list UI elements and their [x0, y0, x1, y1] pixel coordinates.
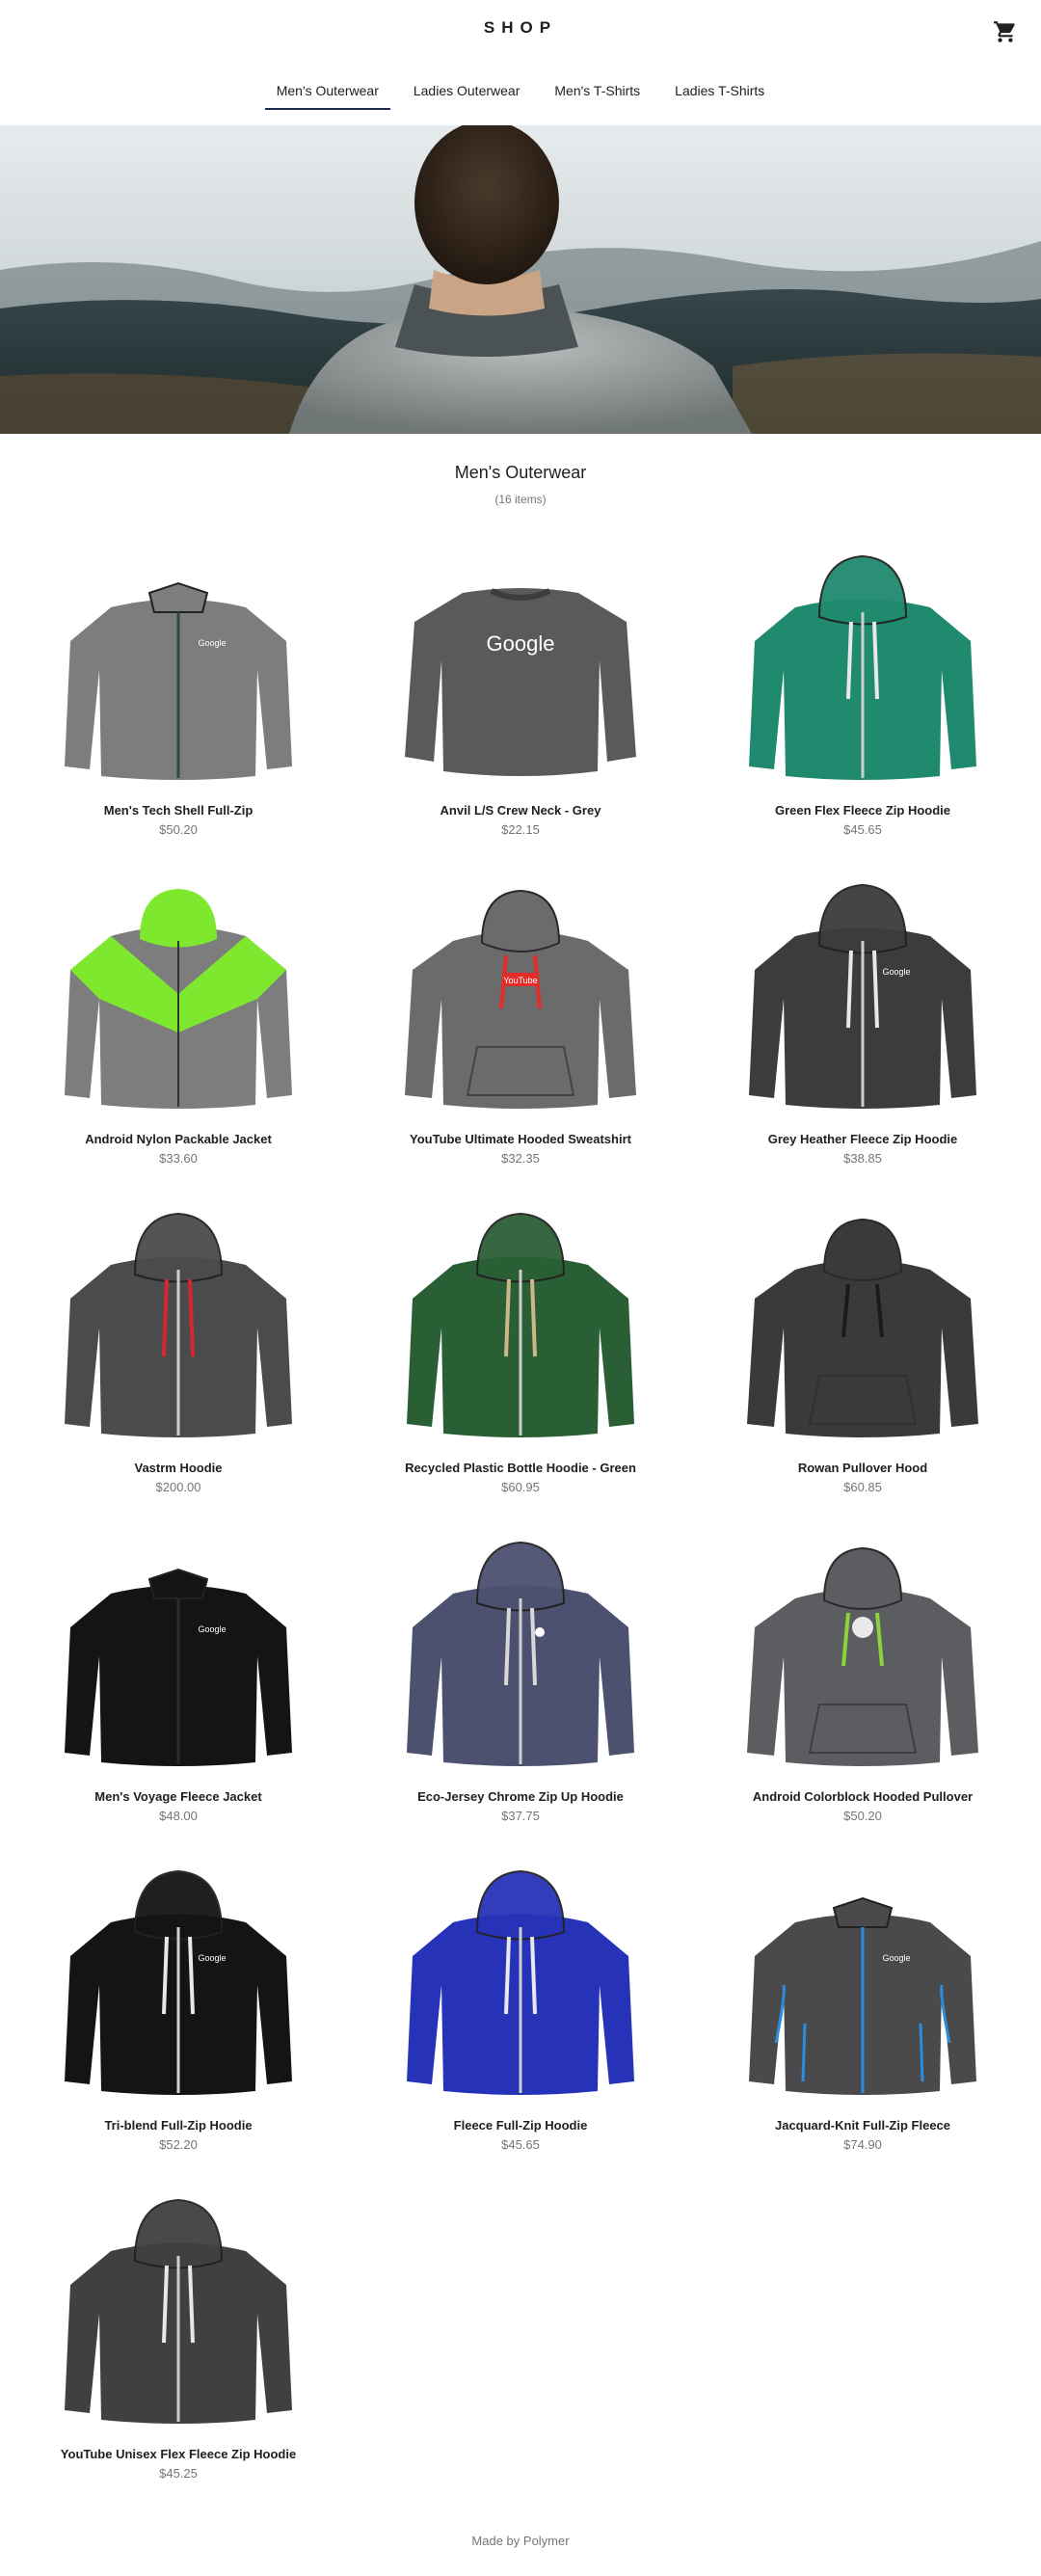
product-card[interactable]: Vastrm Hoodie $200.00: [5, 1193, 352, 1520]
product-image: Google: [65, 1568, 292, 1766]
product-name: Fleece Full-Zip Hoodie: [453, 2118, 588, 2133]
product-image: [407, 1541, 634, 1766]
product-card[interactable]: Fleece Full-Zip Hoodie $45.65: [347, 1850, 694, 2178]
product-name: Men's Voyage Fleece Jacket: [94, 1789, 262, 1804]
tab-ladies-outerwear[interactable]: Ladies Outerwear: [398, 83, 536, 109]
shop-logo[interactable]: SHOP: [0, 18, 1041, 38]
product-card[interactable]: Google Men's Voyage Fleece Jacket $48.00: [5, 1521, 352, 1849]
tab-mens-outerwear[interactable]: Men's Outerwear: [261, 83, 394, 110]
product-image: Google: [749, 883, 976, 1109]
product-card[interactable]: Android Colorblock Hooded Pullover $50.20: [689, 1521, 1036, 1849]
product-image: [65, 2198, 292, 2424]
product-image: YouTube: [405, 889, 636, 1109]
footer-credit: Made by Polymer: [471, 2534, 570, 2548]
product-name: Eco-Jersey Chrome Zip Up Hoodie: [417, 1789, 624, 1804]
product-image: [407, 1869, 634, 2095]
product-name: Tri-blend Full-Zip Hoodie: [104, 2118, 253, 2133]
svg-text:YouTube: YouTube: [503, 976, 537, 985]
product-image: Google: [405, 588, 636, 776]
product-card[interactable]: YouTube Unisex Flex Fleece Zip Hoodie $45…: [5, 2179, 352, 2507]
product-price: $50.20: [159, 822, 198, 837]
tab-mens-tshirts[interactable]: Men's T-Shirts: [539, 83, 655, 109]
product-price: $38.85: [843, 1151, 882, 1166]
product-price: $45.65: [843, 822, 882, 837]
product-name: Jacquard-Knit Full-Zip Fleece: [774, 2118, 951, 2133]
product-price: $32.35: [501, 1151, 540, 1166]
product-card[interactable]: Recycled Plastic Bottle Hoodie - Green $6…: [347, 1193, 694, 1520]
product-price: $45.65: [501, 2137, 540, 2152]
product-image: Google: [65, 1869, 292, 2095]
category-title: Men's Outerwear: [454, 463, 587, 482]
hero-image: [0, 125, 1041, 434]
svg-text:Google: Google: [198, 1953, 226, 1963]
svg-text:Google: Google: [487, 631, 555, 656]
product-card[interactable]: Google Grey Heather Fleece Zip Hoodie $38.…: [689, 864, 1036, 1192]
product-price: $74.90: [843, 2137, 882, 2152]
category-tabs: Men's Outerwear Ladies Outerwear Men's T…: [0, 83, 1041, 110]
product-price: $52.20: [159, 2137, 198, 2152]
product-card[interactable]: Rowan Pullover Hood $60.85: [689, 1193, 1036, 1520]
product-card[interactable]: Google Jacquard-Knit Full-Zip Fleece $74.9…: [689, 1850, 1036, 2178]
product-name: Rowan Pullover Hood: [797, 1461, 928, 1475]
product-price: $22.15: [501, 822, 540, 837]
app-header: SHOP Men's Outerwear Ladies Outerwear Me…: [0, 0, 1041, 125]
product-name: Anvil L/S Crew Neck - Grey: [440, 803, 601, 818]
product-name: YouTube Ultimate Hooded Sweatshirt: [410, 1132, 631, 1146]
product-price: $48.00: [159, 1809, 198, 1823]
product-image: [747, 1218, 978, 1437]
category-header: Men's Outerwear (16 items): [0, 463, 1041, 506]
product-price: $45.25: [159, 2466, 198, 2481]
product-name: Recycled Plastic Bottle Hoodie - Green: [405, 1461, 636, 1475]
product-name: Vastrm Hoodie: [134, 1461, 223, 1475]
product-price: $60.85: [843, 1480, 882, 1494]
svg-text:Google: Google: [198, 638, 226, 648]
svg-text:Google: Google: [882, 967, 910, 977]
product-price: $33.60: [159, 1151, 198, 1166]
product-price: $60.95: [501, 1480, 540, 1494]
product-card[interactable]: Google Tri-blend Full-Zip Hoodie $52.20: [5, 1850, 352, 2178]
product-card[interactable]: Google Anvil L/S Crew Neck - Grey $22.15: [347, 535, 694, 863]
svg-text:Google: Google: [882, 1953, 910, 1963]
product-name: Android Nylon Packable Jacket: [85, 1132, 272, 1146]
product-image: [65, 889, 292, 1109]
product-image: [65, 1212, 292, 1437]
product-price: $200.00: [155, 1480, 201, 1494]
product-name: YouTube Unisex Flex Fleece Zip Hoodie: [60, 2447, 297, 2461]
cart-icon[interactable]: [993, 19, 1018, 44]
item-count: (16 items): [494, 493, 547, 506]
product-image: Google: [65, 581, 292, 780]
product-image: [749, 554, 976, 780]
product-name: Men's Tech Shell Full-Zip: [103, 803, 254, 818]
product-name: Grey Heather Fleece Zip Hoodie: [767, 1132, 958, 1146]
product-name: Green Flex Fleece Zip Hoodie: [774, 803, 951, 818]
product-image: [747, 1546, 978, 1766]
product-price: $37.75: [501, 1809, 540, 1823]
product-card[interactable]: Google Men's Tech Shell Full-Zip $50.20: [5, 535, 352, 863]
product-card[interactable]: Green Flex Fleece Zip Hoodie $45.65: [689, 535, 1036, 863]
product-image: [407, 1212, 634, 1437]
product-card[interactable]: Android Nylon Packable Jacket $33.60: [5, 864, 352, 1192]
product-name: Android Colorblock Hooded Pullover: [752, 1789, 974, 1804]
svg-text:Google: Google: [198, 1624, 226, 1634]
tab-ladies-tshirts[interactable]: Ladies T-Shirts: [659, 83, 780, 109]
product-card[interactable]: YouTube YouTube Ultimate Hooded Sweatshir…: [347, 864, 694, 1192]
product-card[interactable]: Eco-Jersey Chrome Zip Up Hoodie $37.75: [347, 1521, 694, 1849]
product-price: $50.20: [843, 1809, 882, 1823]
product-image: Google: [749, 1896, 976, 2095]
